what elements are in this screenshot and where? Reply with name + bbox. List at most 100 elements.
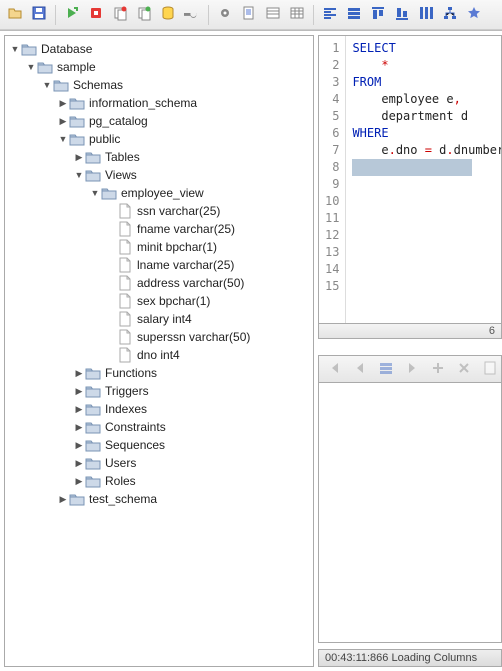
- hierarchy-icon: [442, 5, 458, 24]
- tree-node[interactable]: ▶test_schema: [7, 490, 311, 508]
- nav-del-button[interactable]: [453, 358, 475, 380]
- tree-node[interactable]: ▼Schemas: [7, 76, 311, 94]
- disclosure-right-icon[interactable]: ▶: [73, 440, 85, 451]
- rows-button[interactable]: [375, 358, 397, 380]
- tree-node[interactable]: ▶Roles: [7, 472, 311, 490]
- editor-hscrollbar[interactable]: 6: [318, 323, 502, 339]
- cog-button[interactable]: [214, 4, 236, 26]
- db-tree-pane[interactable]: ▼Database▼sample▼Schemas▶information_sch…: [4, 35, 314, 667]
- code-line[interactable]: [352, 176, 502, 193]
- align-bottom-button[interactable]: [391, 4, 413, 26]
- column-file-icon: [117, 239, 133, 255]
- wrench-button[interactable]: [181, 4, 203, 26]
- token: .: [446, 143, 453, 157]
- tree-node[interactable]: ▶Triggers: [7, 382, 311, 400]
- code-text[interactable]: SELECT *FROM employee e, department d WHE…: [346, 36, 502, 323]
- disclosure-down-icon[interactable]: ▼: [9, 44, 21, 54]
- tree-node[interactable]: sex bpchar(1): [7, 292, 311, 310]
- disclosure-right-icon[interactable]: ▶: [57, 494, 69, 505]
- code-line[interactable]: [352, 244, 502, 261]
- copy-button[interactable]: [133, 4, 155, 26]
- tree-node[interactable]: ▶ Functions: [7, 364, 311, 382]
- tree-node[interactable]: superssn varchar(50): [7, 328, 311, 346]
- code-line[interactable]: e.dno = d.dnumber: [352, 142, 502, 159]
- cylinder-button[interactable]: [157, 4, 179, 26]
- run-green-button[interactable]: [61, 4, 83, 26]
- code-line[interactable]: WHERE: [352, 125, 502, 142]
- column-file-icon: [117, 347, 133, 363]
- nav-next-button[interactable]: [401, 358, 423, 380]
- tree-node[interactable]: ▶Indexes: [7, 400, 311, 418]
- nav-first-button[interactable]: [323, 358, 345, 380]
- disclosure-right-icon[interactable]: ▶: [73, 368, 85, 379]
- tree-node[interactable]: ▼public: [7, 130, 311, 148]
- results-grid[interactable]: [318, 383, 502, 643]
- tree-node[interactable]: dno int4: [7, 346, 311, 364]
- tree-node[interactable]: ssn varchar(25): [7, 202, 311, 220]
- tree-node[interactable]: ▶Users: [7, 454, 311, 472]
- clone-button[interactable]: [109, 4, 131, 26]
- disclosure-right-icon[interactable]: ▶: [73, 458, 85, 469]
- nav-prev-button[interactable]: [349, 358, 371, 380]
- token: SELECT: [352, 41, 395, 55]
- disclosure-down-icon[interactable]: ▼: [73, 170, 85, 180]
- disclosure-right-icon[interactable]: ▶: [73, 422, 85, 433]
- disclosure-down-icon[interactable]: ▼: [25, 62, 37, 72]
- sql-editor[interactable]: 1 2 3 4 5 6 7 8 9 10 11 12 13 14 15 SELE…: [318, 35, 502, 323]
- disclosure-right-icon[interactable]: ▶: [73, 386, 85, 397]
- code-line[interactable]: employee e,: [352, 91, 502, 108]
- hierarchy-button[interactable]: [439, 4, 461, 26]
- disclosure-down-icon[interactable]: ▼: [89, 188, 101, 198]
- save-button[interactable]: [28, 4, 50, 26]
- code-line[interactable]: [352, 278, 502, 295]
- tree-node[interactable]: minit bpchar(1): [7, 238, 311, 256]
- code-line[interactable]: FROM: [352, 74, 502, 91]
- nav-add-button[interactable]: [427, 358, 449, 380]
- align-left-button[interactable]: [319, 4, 341, 26]
- tree-node[interactable]: ▶Constraints: [7, 418, 311, 436]
- toolbar-separator: [208, 5, 209, 25]
- page-rows-button[interactable]: [262, 4, 284, 26]
- disclosure-right-icon[interactable]: ▶: [73, 404, 85, 415]
- tree-node[interactable]: ▶pg_catalog: [7, 112, 311, 130]
- tree-node[interactable]: ▶information_schema: [7, 94, 311, 112]
- page-grid-button[interactable]: [286, 4, 308, 26]
- code-line[interactable]: *: [352, 57, 502, 74]
- disclosure-right-icon[interactable]: ▶: [57, 98, 69, 109]
- code-line[interactable]: [352, 193, 502, 210]
- page-copy-button[interactable]: [238, 4, 260, 26]
- tree-node[interactable]: lname varchar(25): [7, 256, 311, 274]
- token: department d: [352, 109, 468, 123]
- tree-node[interactable]: ▼Database: [7, 40, 311, 58]
- rows-button[interactable]: [343, 4, 365, 26]
- align-top-button[interactable]: [367, 4, 389, 26]
- code-line[interactable]: department d: [352, 108, 502, 125]
- disclosure-right-icon[interactable]: ▶: [73, 152, 85, 163]
- tree-node[interactable]: ▼ sample: [7, 58, 311, 76]
- tree-node[interactable]: salary int4: [7, 310, 311, 328]
- tree-label: Functions: [105, 366, 157, 380]
- tree-node[interactable]: ▼employee_view: [7, 184, 311, 202]
- token: =: [425, 143, 432, 157]
- disclosure-down-icon[interactable]: ▼: [57, 134, 69, 144]
- align-left-icon: [322, 5, 338, 24]
- tree-label: sample: [57, 60, 96, 74]
- star-button[interactable]: [463, 4, 485, 26]
- open-button[interactable]: [4, 4, 26, 26]
- tree-node[interactable]: address varchar(50): [7, 274, 311, 292]
- columns-button[interactable]: [415, 4, 437, 26]
- tree-node[interactable]: ▼Views: [7, 166, 311, 184]
- disclosure-down-icon[interactable]: ▼: [41, 80, 53, 90]
- disclosure-right-icon[interactable]: ▶: [73, 476, 85, 487]
- disclosure-right-icon[interactable]: ▶: [57, 116, 69, 127]
- tree-node[interactable]: ▶Sequences: [7, 436, 311, 454]
- code-line[interactable]: [352, 159, 502, 176]
- stop-red-button[interactable]: [85, 4, 107, 26]
- code-line[interactable]: [352, 210, 502, 227]
- code-line[interactable]: [352, 261, 502, 278]
- page-button[interactable]: [479, 358, 501, 380]
- code-line[interactable]: [352, 227, 502, 244]
- tree-node[interactable]: ▶Tables: [7, 148, 311, 166]
- tree-node[interactable]: fname varchar(25): [7, 220, 311, 238]
- code-line[interactable]: SELECT: [352, 40, 502, 57]
